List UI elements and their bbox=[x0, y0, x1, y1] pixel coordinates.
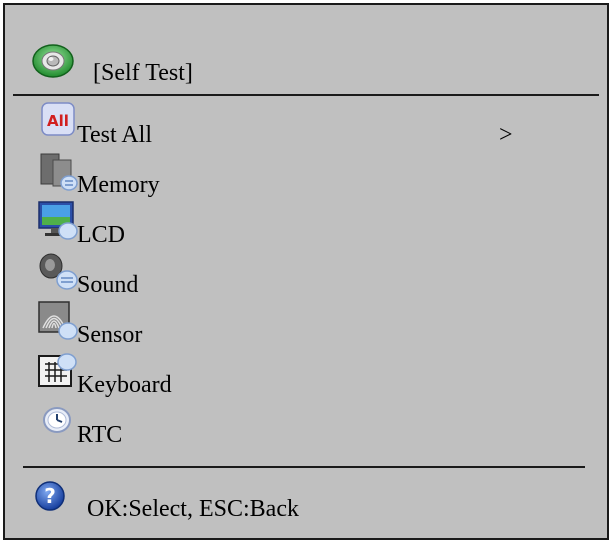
menu-item-test-all[interactable]: All Test All > bbox=[33, 98, 573, 148]
lcd-icon bbox=[37, 200, 79, 242]
footer: ? OK:Select, ESC:Back bbox=[33, 477, 573, 533]
menu-item-label: Test All bbox=[77, 122, 152, 148]
page-title: [Self Test] bbox=[93, 60, 193, 86]
green-gear-icon bbox=[31, 42, 75, 80]
help-icon: ? bbox=[33, 479, 71, 517]
menu-item-label: LCD bbox=[77, 222, 125, 248]
speaker-icon bbox=[37, 250, 79, 292]
submenu-arrow: > bbox=[499, 122, 513, 148]
header-divider bbox=[13, 94, 599, 96]
svg-text:?: ? bbox=[44, 484, 56, 508]
menu-item-label: RTC bbox=[77, 422, 123, 448]
self-test-screen: [Self Test] All Test All > Memory LCD So… bbox=[3, 3, 609, 540]
menu-item-keyboard[interactable]: Keyboard bbox=[33, 348, 573, 398]
footer-divider bbox=[23, 466, 585, 468]
menu-item-lcd[interactable]: LCD bbox=[33, 198, 573, 248]
clock-icon bbox=[37, 400, 79, 442]
menu-item-label: Memory bbox=[77, 172, 160, 198]
fingerprint-sensor-icon bbox=[37, 300, 79, 342]
footer-hint: OK:Select, ESC:Back bbox=[87, 496, 299, 522]
menu-list: All Test All > Memory LCD Sound Sensor K… bbox=[33, 98, 573, 448]
memory-icon bbox=[37, 150, 79, 192]
menu-item-label: Keyboard bbox=[77, 372, 172, 398]
all-icon: All bbox=[37, 100, 79, 142]
menu-item-rtc[interactable]: RTC bbox=[33, 398, 573, 448]
header: [Self Test] bbox=[21, 37, 591, 97]
svg-text:All: All bbox=[47, 112, 69, 130]
menu-item-sensor[interactable]: Sensor bbox=[33, 298, 573, 348]
menu-item-label: Sound bbox=[77, 272, 139, 298]
menu-item-sound[interactable]: Sound bbox=[33, 248, 573, 298]
menu-item-memory[interactable]: Memory bbox=[33, 148, 573, 198]
menu-item-label: Sensor bbox=[77, 322, 143, 348]
keyboard-icon bbox=[37, 350, 79, 392]
